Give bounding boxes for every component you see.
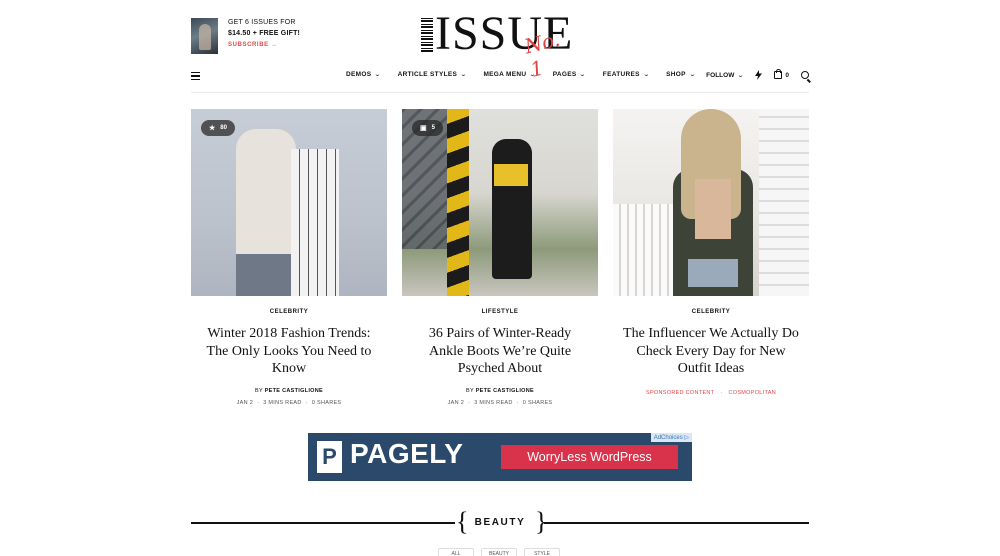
article-category[interactable]: CELEBRITY [613, 309, 809, 315]
author-link[interactable]: PETE CASTIGLIONE [265, 388, 323, 394]
section-rule-right [544, 522, 809, 524]
chevron-down-icon: ⌄ [737, 72, 745, 79]
nav-item-label: MEGA MENU [483, 71, 527, 78]
filter-tab[interactable]: ALL [438, 548, 474, 556]
main-navigation: DEMOS ⌄ ARTICLE STYLES ⌄ MEGA MENU ⌄ PAGES ⌄… [191, 68, 809, 84]
nav-item-mega-menu[interactable]: MEGA MENU ⌄ [483, 71, 537, 78]
nav-item-shop[interactable]: SHOP ⌄ [666, 71, 697, 78]
chevron-down-icon: ⌄ [688, 72, 697, 78]
sponsor-link[interactable]: COSMOPOLITAN [728, 390, 776, 396]
promo-line-2: $14.50 + FREE GIFT! [228, 29, 301, 37]
nav-item-demos[interactable]: DEMOS ⌄ [346, 71, 381, 78]
site-logo[interactable]: ISSUE No. 1 [421, 8, 581, 82]
share-count: 0 SHARES [522, 399, 553, 406]
badge-value: 5 [431, 125, 435, 131]
badge-value: 80 [220, 125, 227, 131]
read-time: 3 MINS READ [474, 399, 513, 406]
nav-divider [191, 92, 809, 93]
section-header-beauty: { BEAUTY } [191, 509, 809, 536]
article-card[interactable]: ▣ 5 LIFESTYLE 36 Pairs of Winter-Ready A… [402, 109, 598, 406]
chevron-down-icon: ⌄ [642, 72, 651, 78]
ad-logo-letter: P [322, 444, 337, 469]
nav-menu: DEMOS ⌄ ARTICLE STYLES ⌄ MEGA MENU ⌄ PAGES ⌄… [346, 71, 697, 78]
nav-item-label: PAGES [552, 71, 577, 78]
follow-dropdown[interactable]: FOLLOW ⌄ [706, 71, 745, 79]
bag-icon [774, 69, 783, 79]
article-meta: JAN 2 · 3 MINS READ · 0 SHARES [447, 399, 553, 406]
nav-item-article-styles[interactable]: ARTICLE STYLES ⌄ [398, 71, 467, 78]
magazine-cover-thumbnail[interactable] [191, 18, 218, 54]
sponsored-label: SPONSORED CONTENT [645, 389, 715, 396]
promo-line-1: GET 6 ISSUES FOR [228, 19, 296, 26]
article-card[interactable]: CELEBRITY The Influencer We Actually Do … [613, 109, 809, 396]
nav-actions: FOLLOW ⌄ 0 [706, 69, 809, 80]
nav-item-features[interactable]: FEATURES ⌄ [602, 71, 651, 78]
chevron-down-icon: ⌄ [579, 72, 587, 78]
ad-cta-button[interactable]: WorryLess WordPress [501, 445, 678, 469]
article-image[interactable]: ▣ 5 [402, 109, 598, 296]
chevron-down-icon: ⌄ [374, 72, 382, 78]
subscribe-promo[interactable]: GET 6 ISSUES FOR $14.50 + FREE GIFT! SUB… [191, 18, 300, 54]
article-date: JAN 2 [236, 399, 254, 406]
article-byline: BY PETE CASTIGLIONE [191, 388, 387, 394]
section-filter-tabs: ALL BEAUTY STYLE [438, 548, 560, 556]
subscribe-link[interactable]: SUBSCRIBE → [228, 40, 300, 51]
gallery-icon: ▣ [420, 125, 427, 132]
article-date: JAN 2 [447, 399, 465, 406]
promo-text: GET 6 ISSUES FOR $14.50 + FREE GIFT! SUB… [228, 18, 300, 54]
by-label: BY [466, 387, 474, 394]
follow-label: FOLLOW [706, 71, 735, 79]
filter-tab[interactable]: BEAUTY [481, 548, 517, 556]
article-title[interactable]: Winter 2018 Fashion Trends: The Only Loo… [201, 325, 377, 378]
adchoices-link[interactable]: AdChoices ▷ [650, 433, 692, 442]
cart-count: 0 [785, 71, 789, 79]
nav-item-label: DEMOS [346, 71, 372, 78]
nav-item-label: SHOP [666, 71, 686, 78]
article-title[interactable]: 36 Pairs of Winter-Ready Ankle Boots We’… [412, 325, 588, 378]
barcode-icon [421, 18, 433, 52]
article-byline: BY PETE CASTIGLIONE [402, 388, 598, 394]
chevron-down-icon: ⌄ [529, 72, 537, 78]
share-count: 0 SHARES [311, 399, 342, 406]
article-category[interactable]: CELEBRITY [191, 309, 387, 315]
filter-tab[interactable]: STYLE [524, 548, 560, 556]
article-meta: JAN 2 · 3 MINS READ · 0 SHARES [236, 399, 342, 406]
star-icon: ★ [209, 125, 216, 132]
rating-badge: ★ 80 [201, 120, 235, 136]
chevron-down-icon: ⌄ [460, 72, 468, 78]
article-image[interactable]: ★ 80 [191, 109, 387, 296]
bolt-icon[interactable] [755, 70, 763, 80]
gallery-badge: ▣ 5 [412, 120, 443, 136]
nav-item-label: FEATURES [602, 71, 640, 78]
article-card[interactable]: ★ 80 CELEBRITY Winter 2018 Fashion Trend… [191, 109, 387, 406]
ad-banner[interactable]: AdChoices ▷ P PAGELY WorryLess WordPress [308, 433, 692, 481]
search-icon[interactable] [801, 71, 809, 79]
by-label: BY [255, 387, 263, 394]
nav-item-pages[interactable]: PAGES ⌄ [552, 71, 587, 78]
ad-brand: PAGELY [350, 438, 464, 469]
read-time: 3 MINS READ [263, 399, 302, 406]
cart-button[interactable]: 0 [774, 69, 789, 79]
pagely-logo-icon: P [317, 441, 342, 473]
article-category[interactable]: LIFESTYLE [402, 309, 598, 315]
sponsored-meta: SPONSORED CONTENT · COSMOPOLITAN [645, 389, 776, 396]
menu-icon[interactable] [191, 72, 200, 80]
nav-item-label: ARTICLE STYLES [397, 71, 458, 78]
article-image[interactable] [613, 109, 809, 296]
article-title[interactable]: The Influencer We Actually Do Check Ever… [623, 325, 799, 378]
author-link[interactable]: PETE CASTIGLIONE [476, 388, 534, 394]
